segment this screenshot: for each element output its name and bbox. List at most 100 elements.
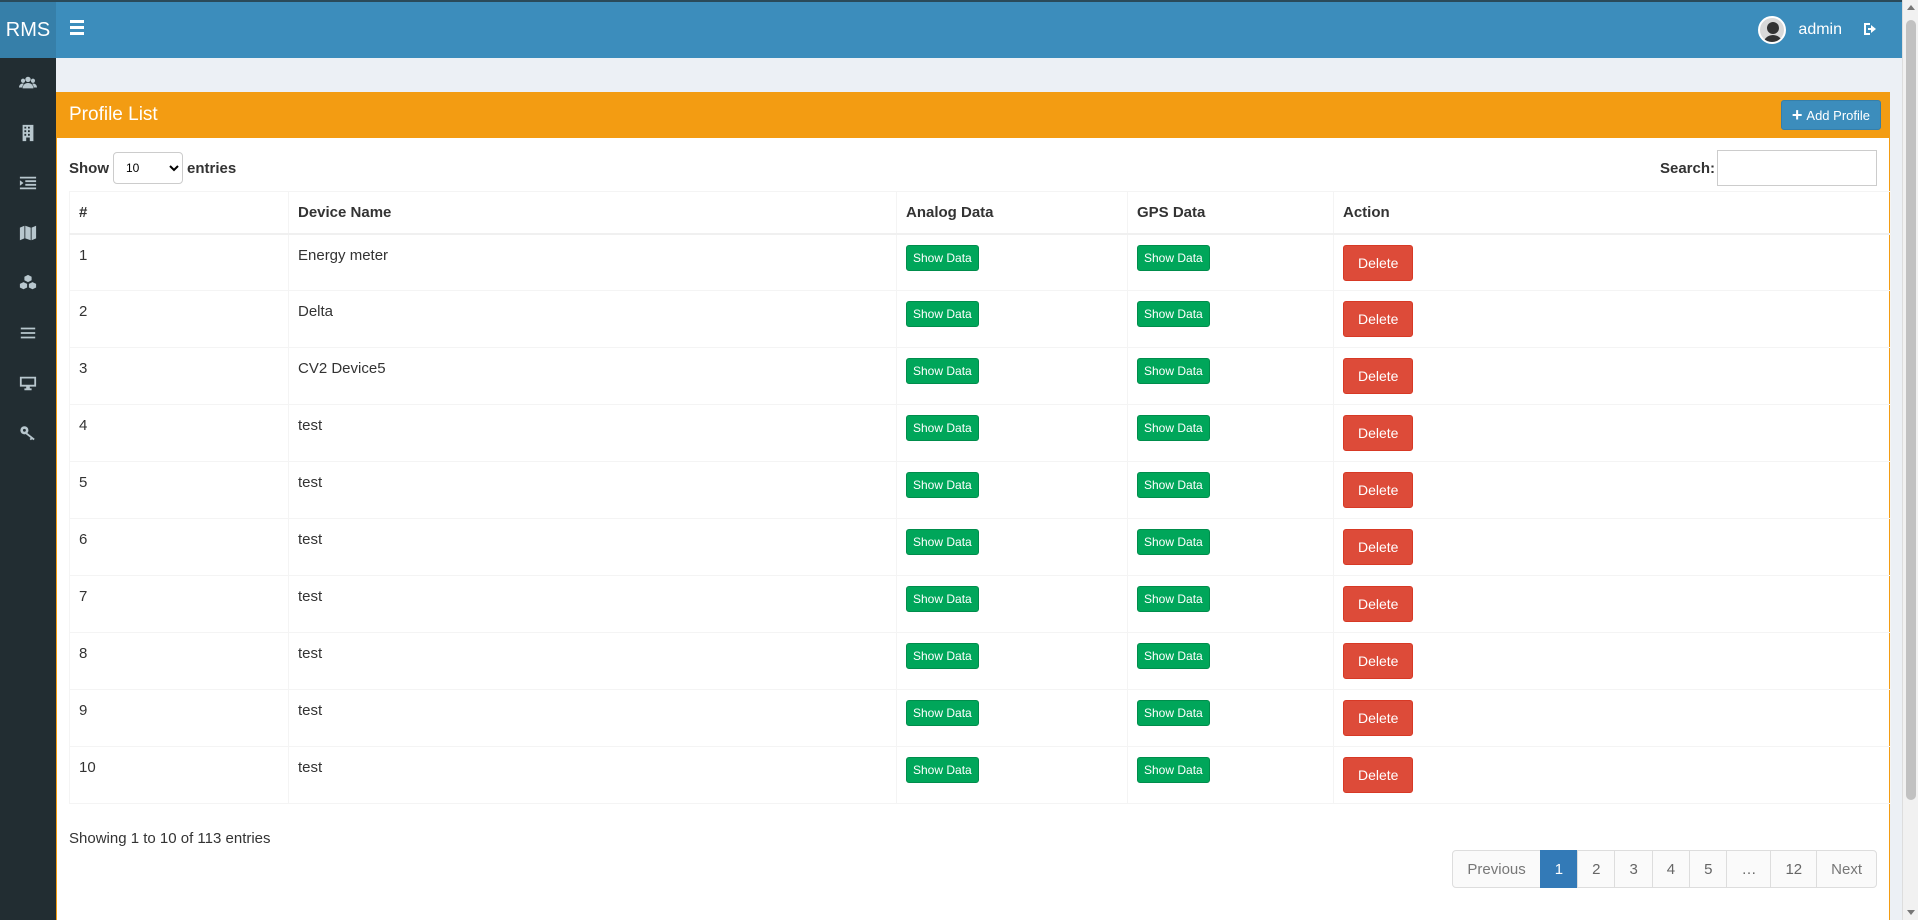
table-row: 1 Energy meter Show Data Show Data Delete	[69, 233, 1891, 291]
analog-data-cell: Show Data	[896, 404, 1128, 462]
user-menu[interactable]: admin	[1758, 16, 1842, 44]
device-name: test	[288, 518, 897, 576]
sidebar-toggle-icon[interactable]	[70, 20, 90, 40]
sidebar-item-desktop[interactable]	[0, 358, 56, 408]
gps-data-cell: Show Data	[1127, 461, 1334, 519]
action-cell: Delete	[1333, 347, 1891, 405]
show-gps-data-button[interactable]: Show Data	[1137, 244, 1210, 271]
show-analog-data-button[interactable]: Show Data	[906, 244, 979, 271]
col-header-gps-data[interactable]: GPS Data	[1127, 191, 1334, 235]
show-analog-data-button[interactable]: Show Data	[906, 586, 979, 612]
page-previous[interactable]: Previous	[1452, 850, 1541, 888]
map-icon	[19, 225, 37, 241]
gps-data-cell: Show Data	[1127, 518, 1334, 576]
show-label: Show	[69, 159, 109, 177]
search-label: Search:	[1659, 159, 1715, 177]
app-logo[interactable]: RMS	[0, 2, 56, 58]
row-number: 5	[69, 461, 289, 519]
sidebar-item-building[interactable]	[0, 108, 56, 158]
gps-data-cell: Show Data	[1127, 689, 1334, 747]
show-gps-data-button[interactable]: Show Data	[1137, 586, 1210, 612]
indent-list-icon	[19, 176, 37, 190]
delete-button[interactable]: Delete	[1343, 757, 1414, 793]
page-next[interactable]: Next	[1816, 850, 1877, 888]
entries-control: Show 10 entries	[69, 152, 236, 184]
delete-button[interactable]: Delete	[1343, 529, 1414, 565]
action-cell: Delete	[1333, 518, 1891, 576]
analog-data-cell: Show Data	[896, 290, 1128, 348]
show-gps-data-button[interactable]: Show Data	[1137, 700, 1210, 726]
delete-button[interactable]: Delete	[1343, 358, 1414, 394]
analog-data-cell: Show Data	[896, 689, 1128, 747]
page-scrollbar[interactable]	[1902, 0, 1918, 920]
show-gps-data-button[interactable]: Show Data	[1137, 529, 1210, 555]
show-gps-data-button[interactable]: Show Data	[1137, 415, 1210, 441]
entries-select[interactable]: 10	[113, 152, 183, 184]
page-2[interactable]: 2	[1577, 850, 1616, 888]
page-title: Profile List	[69, 104, 158, 125]
show-analog-data-button[interactable]: Show Data	[906, 757, 979, 783]
device-name: Delta	[288, 290, 897, 348]
desktop-icon	[19, 376, 37, 391]
show-analog-data-button[interactable]: Show Data	[906, 700, 979, 726]
page-5[interactable]: 5	[1689, 850, 1728, 888]
action-cell: Delete	[1333, 404, 1891, 462]
plus-icon: +	[1791, 105, 1803, 125]
show-gps-data-button[interactable]: Show Data	[1137, 757, 1210, 783]
col-header-action[interactable]: Action	[1333, 191, 1891, 235]
delete-button[interactable]: Delete	[1343, 700, 1414, 736]
show-analog-data-button[interactable]: Show Data	[906, 358, 979, 384]
show-gps-data-button[interactable]: Show Data	[1137, 472, 1210, 498]
col-header-num[interactable]: #	[69, 191, 289, 235]
gps-data-cell: Show Data	[1127, 746, 1334, 804]
sidebar-item-key[interactable]	[0, 408, 56, 458]
page-12[interactable]: 12	[1770, 850, 1818, 888]
device-name: test	[288, 575, 897, 633]
scroll-up-icon[interactable]	[1907, 5, 1915, 10]
page-3[interactable]: 3	[1614, 850, 1653, 888]
analog-data-cell: Show Data	[896, 746, 1128, 804]
page-1[interactable]: 1	[1539, 850, 1579, 888]
table-row: 9 test Show Data Show Data Delete	[69, 689, 1891, 747]
action-cell: Delete	[1333, 689, 1891, 747]
row-number: 2	[69, 290, 289, 348]
show-analog-data-button[interactable]: Show Data	[906, 301, 979, 327]
action-cell: Delete	[1333, 461, 1891, 519]
row-number: 10	[69, 746, 289, 804]
show-gps-data-button[interactable]: Show Data	[1137, 301, 1210, 327]
sidebar-item-users[interactable]	[0, 58, 56, 108]
sidebar-item-menu[interactable]	[0, 308, 56, 358]
action-cell: Delete	[1333, 290, 1891, 348]
pagination: Previous 1 2 3 4 5 … 12 Next	[1452, 850, 1877, 888]
top-navbar: RMS admin	[0, 0, 1902, 58]
delete-button[interactable]: Delete	[1343, 415, 1414, 451]
scroll-down-icon[interactable]	[1907, 910, 1915, 915]
gps-data-cell: Show Data	[1127, 404, 1334, 462]
search-control: Search:	[1660, 150, 1877, 186]
col-header-device-name[interactable]: Device Name	[288, 191, 897, 235]
sidebar-item-map[interactable]	[0, 208, 56, 258]
gps-data-cell: Show Data	[1127, 575, 1334, 633]
scrollbar-thumb[interactable]	[1906, 20, 1916, 800]
search-input[interactable]	[1717, 150, 1877, 186]
show-gps-data-button[interactable]: Show Data	[1137, 643, 1210, 669]
page-4[interactable]: 4	[1651, 850, 1691, 888]
delete-button[interactable]: Delete	[1343, 301, 1414, 337]
analog-data-cell: Show Data	[896, 575, 1128, 633]
show-analog-data-button[interactable]: Show Data	[906, 529, 979, 555]
show-analog-data-button[interactable]: Show Data	[906, 415, 979, 441]
sidebar-item-list[interactable]	[0, 158, 56, 208]
sidebar-item-cubes[interactable]	[0, 258, 56, 308]
show-analog-data-button[interactable]: Show Data	[906, 472, 979, 498]
delete-button[interactable]: Delete	[1343, 472, 1414, 508]
show-gps-data-button[interactable]: Show Data	[1137, 358, 1210, 384]
show-analog-data-button[interactable]: Show Data	[906, 643, 979, 669]
add-profile-button[interactable]: + Add Profile	[1780, 100, 1881, 130]
delete-button[interactable]: Delete	[1343, 643, 1414, 679]
delete-button[interactable]: Delete	[1343, 586, 1414, 622]
delete-button[interactable]: Delete	[1343, 244, 1414, 281]
col-header-analog-data[interactable]: Analog Data	[896, 191, 1128, 235]
sidebar	[0, 58, 56, 920]
table-row: 5 test Show Data Show Data Delete	[69, 461, 1891, 519]
logout-icon[interactable]	[1862, 21, 1878, 37]
